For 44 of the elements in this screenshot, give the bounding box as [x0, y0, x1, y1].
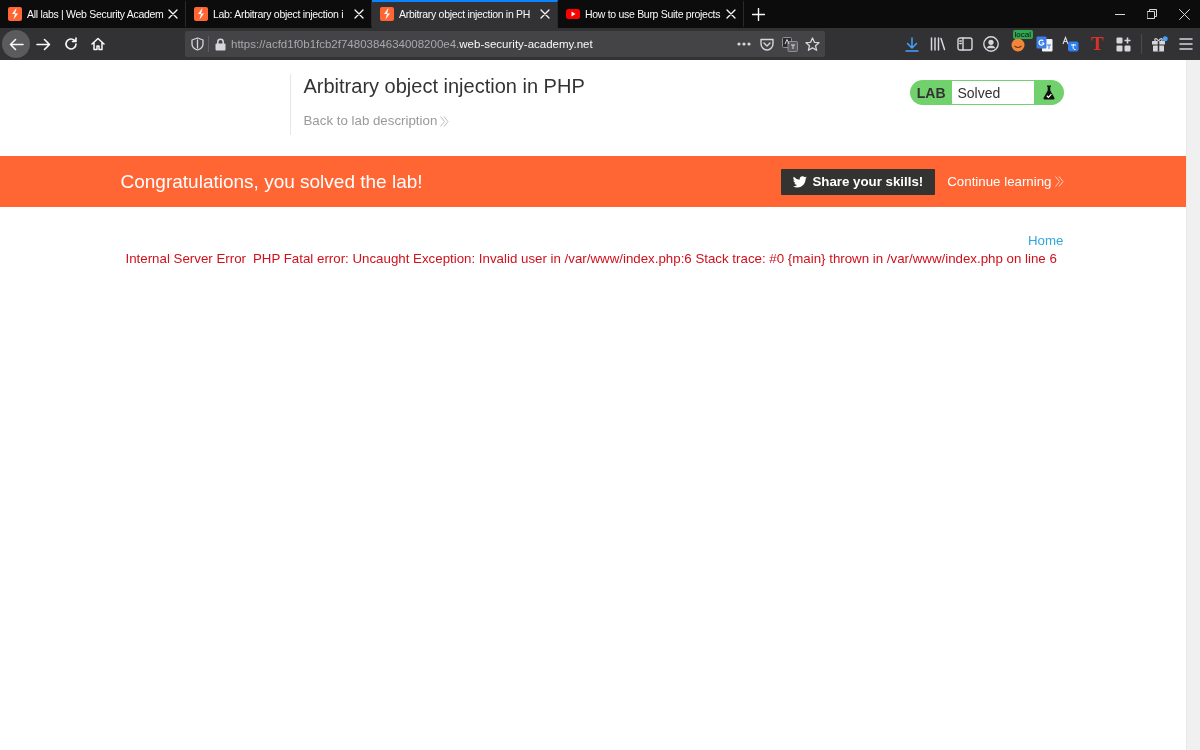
lab-status-value: Solved: [951, 81, 1034, 104]
library-icon[interactable]: [930, 37, 947, 51]
play-icon: [566, 9, 580, 19]
back-arrow-icon[interactable]: [8, 37, 24, 51]
forward-arrow-icon[interactable]: [36, 37, 51, 51]
back-button[interactable]: [2, 30, 30, 58]
menu-icon[interactable]: [1178, 38, 1193, 50]
lab-status-label: LAB: [915, 83, 947, 103]
sidebar-icon[interactable]: [956, 37, 973, 51]
browser-tab[interactable]: Arbitrary object injection in PH: [372, 0, 558, 28]
double-chevron-icon: [440, 115, 450, 127]
share-skills-button[interactable]: Share your skills!: [781, 168, 936, 195]
lock-icon[interactable]: [215, 37, 226, 51]
address-bar-url[interactable]: https://acfd1f0b1fcb2f7480384634008200e4.web-security-academy.net: [231, 38, 593, 50]
bolt-icon: [194, 7, 208, 21]
minimize-icon[interactable]: [1115, 13, 1125, 15]
restore-icon[interactable]: [1147, 9, 1157, 19]
address-bar[interactable]: https://acfd1f0b1fcb2f7480384634008200e4.web-security-academy.net: [185, 31, 825, 57]
reload-icon[interactable]: [63, 37, 78, 51]
more-dots-icon[interactable]: [736, 42, 751, 46]
bolt-icon: [380, 7, 394, 21]
close-icon[interactable]: [1178, 8, 1190, 20]
account-icon[interactable]: [983, 36, 1000, 52]
error-heading: Internal Server Error: [125, 251, 246, 267]
download-icon[interactable]: [904, 36, 919, 52]
translate-icon[interactable]: [1035, 36, 1053, 52]
flask-icon: [1042, 85, 1055, 100]
shield-icon: [191, 37, 204, 51]
lab-title: Arbitrary object injection in PHP: [303, 74, 585, 98]
plus-icon[interactable]: [751, 7, 765, 21]
congratulations-message: Congratulations, you solved the lab!: [120, 170, 423, 193]
gift-icon[interactable]: [1150, 36, 1168, 52]
extension-badge: local: [1012, 30, 1033, 39]
translate-icon[interactable]: [781, 36, 798, 52]
home-icon[interactable]: [90, 37, 105, 51]
extension-face-icon[interactable]: [1009, 36, 1026, 52]
bolt-icon: [8, 7, 22, 21]
pocket-icon[interactable]: [759, 37, 774, 51]
bird-icon: [793, 175, 808, 188]
extensions-grid-icon[interactable]: [1116, 36, 1132, 52]
error-message: PHP Fatal error: Uncaught Exception: Invalid user in /var/www/index.php:6 Stack trace: #0 {main} thrown in /var/www/index.php on line 6: [252, 251, 1057, 267]
translate-icon[interactable]: [1062, 36, 1080, 52]
double-chevron-icon: [1054, 176, 1064, 187]
star-icon[interactable]: [805, 36, 820, 52]
